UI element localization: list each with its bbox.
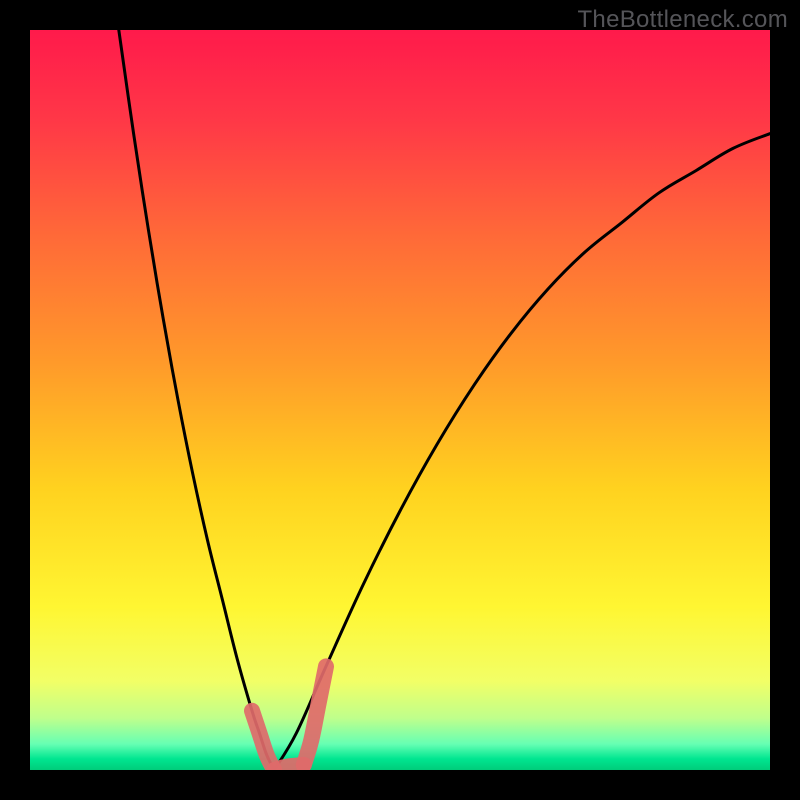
chart-frame: TheBottleneck.com [0, 0, 800, 800]
chart-svg [30, 30, 770, 770]
plot-area [30, 30, 770, 770]
gradient-background [30, 30, 770, 770]
